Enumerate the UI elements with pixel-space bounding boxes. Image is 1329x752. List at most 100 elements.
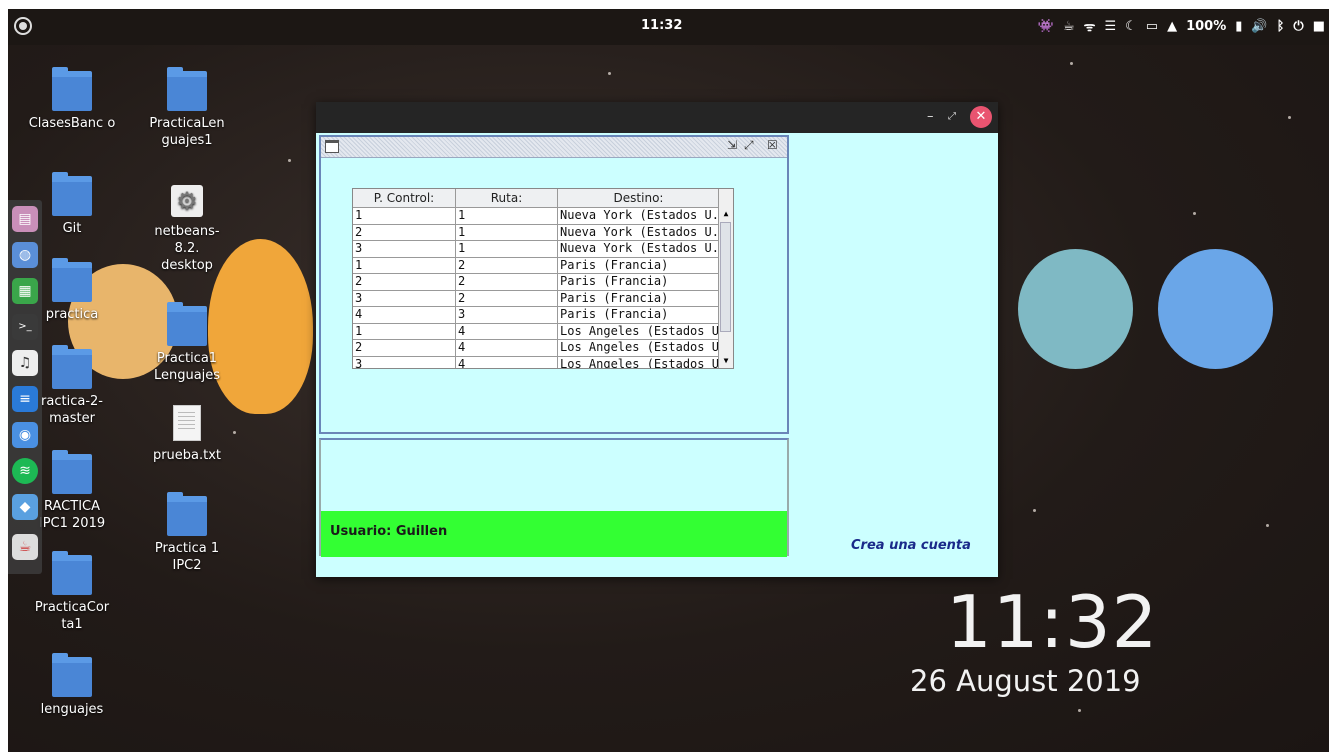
table-cell[interactable]: 1 (456, 224, 558, 240)
bluetooth-icon[interactable]: ᛒ (1277, 19, 1285, 34)
table-row[interactable]: 1 4 Los Angeles (Estados U... (353, 323, 733, 340)
close-icon[interactable]: ☒ (767, 138, 778, 152)
desktop-folder-lenguajes[interactable]: lenguajes (24, 653, 120, 718)
uranus-character-illustration (1018, 249, 1133, 369)
internal-frame-titlebar[interactable]: ⇲ ⤢ ☒ (321, 137, 787, 158)
table-cell[interactable]: Nueva York (Estados U... (558, 241, 720, 257)
table-cell[interactable]: Nueva York (Estados U... (558, 224, 720, 240)
table-row[interactable]: 2 1 Nueva York (Estados U... (353, 224, 733, 241)
table-cell[interactable]: 2 (456, 257, 558, 273)
close-icon[interactable]: ✕ (970, 106, 992, 128)
column-header-destino[interactable]: Destino: (558, 189, 720, 207)
coffee-icon[interactable]: ☕ (1063, 19, 1075, 34)
table-cell[interactable]: 3 (353, 290, 456, 306)
wifi-icon[interactable]: ᯤ (1084, 17, 1096, 35)
desktop: 11:32 👾 ☕ ᯤ ☰ ☾ ▭ ▲ 100% ▮ 🔊 ᛒ ⏻ ■ Clase… (8, 9, 1329, 752)
desktop-launcher-netbeans[interactable]: ⚙ netbeans-8.2. desktop (139, 185, 235, 274)
desktop-file-pruebatxt[interactable]: prueba.txt (139, 405, 235, 464)
table-cell[interactable]: Paris (Francia) (558, 257, 720, 273)
table-row[interactable]: 1 1 Nueva York (Estados U... (353, 208, 733, 225)
browser-icon[interactable]: ◍ (12, 242, 38, 268)
notification-icon[interactable]: ▲ (1167, 19, 1177, 34)
scroll-up-icon[interactable]: ▲ (719, 207, 733, 221)
battery-icon[interactable]: ▮ (1235, 19, 1242, 34)
table-cell[interactable]: 1 (353, 323, 456, 339)
table-cell[interactable]: Paris (Francia) (558, 274, 720, 290)
table-cell[interactable]: 3 (353, 241, 456, 257)
table-cell[interactable]: 1 (456, 208, 558, 224)
power-icon[interactable]: ⏻ (1293, 19, 1303, 34)
folder-icon (52, 653, 92, 697)
column-header-ruta[interactable]: Ruta: (456, 189, 558, 207)
folder-icon (167, 302, 207, 346)
table-cell[interactable]: 2 (353, 340, 456, 356)
table-cell[interactable]: 4 (456, 356, 558, 368)
iconify-icon[interactable]: ⇲ (727, 138, 737, 152)
desktop-folder-practicalenguajes1[interactable]: PracticaLen guajes1 (139, 67, 235, 149)
desktop-folder-practica1lenguajes[interactable]: Practica1 Lenguajes (139, 302, 235, 384)
volume-icon[interactable]: 🔊 (1251, 19, 1267, 34)
folder-icon (52, 258, 92, 302)
files-icon[interactable]: ▤ (12, 206, 38, 232)
top-panel: 11:32 👾 ☕ ᯤ ☰ ☾ ▭ ▲ 100% ▮ 🔊 ᛒ ⏻ ■ (8, 9, 1329, 45)
java-icon[interactable]: ☕ (12, 534, 38, 560)
minimize-icon[interactable]: – (927, 109, 934, 124)
maximize-icon[interactable]: ⤢ (744, 138, 754, 153)
ice-planet-illustration (1158, 249, 1273, 369)
table-cell[interactable]: 2 (456, 274, 558, 290)
table-cell[interactable]: Paris (Francia) (558, 290, 720, 306)
table-cell[interactable]: 3 (456, 307, 558, 323)
terminal-icon[interactable]: >_ (12, 314, 38, 340)
table-cell[interactable]: 1 (456, 241, 558, 257)
window-titlebar[interactable]: – ⤢ ✕ (316, 102, 998, 133)
discord-icon[interactable]: 👾 (1038, 19, 1054, 34)
table-row[interactable]: 2 4 Los Angeles (Estados U... (353, 340, 733, 357)
table-cell[interactable]: Los Angeles (Estados U... (558, 356, 720, 368)
top-clock[interactable]: 11:32 (641, 18, 682, 33)
spreadsheet-icon[interactable]: ▦ (12, 278, 38, 304)
table-cell[interactable]: 1 (353, 208, 456, 224)
music-icon[interactable]: ♫ (12, 350, 38, 376)
menu-icon[interactable]: ☰ (1104, 19, 1116, 34)
table-scrollbar[interactable]: ▲ ▼ (718, 189, 733, 368)
folder-icon (52, 345, 92, 389)
table-row[interactable]: 4 3 Paris (Francia) (353, 307, 733, 324)
table-cell[interactable]: 2 (353, 224, 456, 240)
scroll-down-icon[interactable]: ▼ (719, 354, 733, 368)
night-mode-icon[interactable]: ☾ (1125, 19, 1137, 34)
desktop-folder-practica1ipc2[interactable]: Practica 1 IPC2 (139, 492, 235, 574)
table-row[interactable]: 2 2 Paris (Francia) (353, 274, 733, 291)
table-row[interactable]: 3 4 Los Angeles (Estados U... (353, 356, 733, 368)
table-cell[interactable]: 4 (456, 340, 558, 356)
column-header-control[interactable]: P. Control: (353, 189, 456, 207)
routes-table[interactable]: P. Control: Ruta: Destino: 1 1 Nueva Yor… (352, 188, 734, 369)
desktop-folder-clasesbanco[interactable]: ClasesBanc o (24, 67, 120, 132)
table-cell[interactable]: 3 (353, 356, 456, 368)
clipboard-icon[interactable]: ▭ (1146, 19, 1158, 34)
table-row[interactable]: 3 1 Nueva York (Estados U... (353, 241, 733, 258)
user-icon[interactable]: ■ (1313, 19, 1325, 34)
chrome-icon[interactable]: ◉ (12, 422, 38, 448)
desktop-icon-label: PracticaLen guajes1 (149, 116, 225, 148)
table-cell[interactable]: 2 (353, 274, 456, 290)
create-account-link[interactable]: Crea una cuenta (851, 538, 971, 553)
table-cell[interactable]: 4 (353, 307, 456, 323)
maximize-icon[interactable]: ⤢ (948, 111, 956, 122)
table-cell[interactable]: Paris (Francia) (558, 307, 720, 323)
table-cell[interactable]: Los Angeles (Estados U... (558, 323, 720, 339)
table-cell[interactable]: 2 (456, 290, 558, 306)
scrollbar-thumb[interactable] (720, 222, 731, 332)
text-editor-icon[interactable]: ≡ (12, 386, 38, 412)
virtualbox-icon[interactable]: ◆ (12, 494, 38, 520)
star-decoration (1033, 509, 1036, 512)
table-cell[interactable]: 4 (456, 323, 558, 339)
table-cell[interactable]: Nueva York (Estados U... (558, 208, 720, 224)
table-row[interactable]: 1 2 Paris (Francia) (353, 257, 733, 274)
table-cell[interactable]: 1 (353, 257, 456, 273)
spotify-icon[interactable]: ≋ (12, 458, 38, 484)
activities-icon[interactable] (14, 17, 32, 35)
folder-icon (167, 492, 207, 536)
table-cell[interactable]: Los Angeles (Estados U... (558, 340, 720, 356)
table-row[interactable]: 3 2 Paris (Francia) (353, 290, 733, 307)
battery-label[interactable]: 100% (1186, 19, 1226, 34)
